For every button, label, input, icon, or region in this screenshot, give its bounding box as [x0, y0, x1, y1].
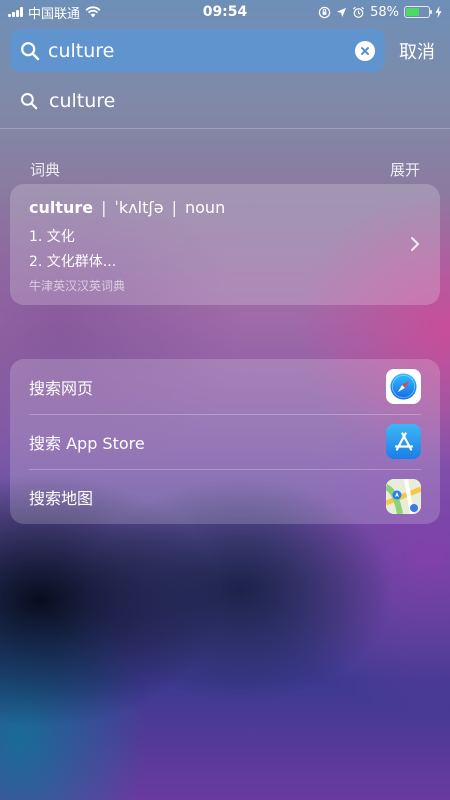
alarm-icon: [353, 6, 365, 18]
divider: [0, 128, 450, 129]
location-icon: [337, 7, 347, 17]
status-right: 58%: [318, 5, 442, 20]
search-icon: [21, 41, 40, 60]
search-icon: [20, 92, 38, 110]
search-actions-card: 搜索网页 搜索 App Store 搜索地图: [10, 359, 440, 524]
charging-icon: [435, 6, 442, 18]
search-row: culture 取消: [10, 29, 440, 72]
dictionary-headline: culture | ˈkʌltʃə | noun: [29, 198, 421, 217]
battery-percent: 58%: [370, 4, 399, 20]
status-left: 中国联通: [8, 3, 101, 22]
pronunciation: ˈkʌltʃə: [114, 198, 164, 217]
clear-icon[interactable]: [355, 40, 375, 61]
search-maps-label: 搜索地图: [29, 488, 94, 508]
suggestion-text: culture: [49, 90, 116, 112]
status-bar: 中国联通 09:54 58%: [0, 0, 450, 24]
separator: |: [101, 198, 107, 217]
maps-icon: [386, 479, 421, 514]
search-input[interactable]: culture: [48, 40, 347, 62]
cancel-button[interactable]: 取消: [399, 38, 435, 64]
chevron-right-icon: [411, 237, 419, 251]
separator: |: [171, 198, 177, 217]
dictionary-section-header: 词典 展开: [30, 159, 420, 180]
safari-icon: [386, 369, 421, 404]
search-suggestion[interactable]: culture: [20, 90, 115, 112]
expand-button[interactable]: 展开: [390, 159, 420, 180]
app-store-icon: [386, 424, 421, 459]
search-web-row[interactable]: 搜索网页: [10, 359, 440, 414]
dictionary-word: culture: [29, 198, 94, 217]
definition-2: 2. 文化群体...: [29, 254, 117, 270]
search-field[interactable]: culture: [10, 29, 385, 72]
section-title: 词典: [30, 161, 61, 179]
definition-1: 1. 文化: [29, 229, 75, 245]
wifi-icon: [85, 6, 101, 18]
carrier-label: 中国联通: [28, 6, 81, 22]
search-maps-row[interactable]: 搜索地图: [10, 469, 440, 524]
part-of-speech: noun: [185, 198, 226, 217]
search-app-store-row[interactable]: 搜索 App Store: [10, 414, 440, 469]
battery-fill: [406, 8, 419, 16]
search-app-store-label: 搜索 App Store: [29, 433, 145, 453]
signal-icon: [8, 7, 23, 17]
dictionary-card[interactable]: culture | ˈkʌltʃə | noun 1. 文化 2. 文化群体... 牛津…: [10, 184, 440, 305]
search-web-label: 搜索网页: [29, 378, 94, 398]
lock-rotation-icon: [318, 6, 331, 18]
dictionary-source: 牛津英汉汉英词典: [29, 279, 126, 293]
battery-icon: [404, 6, 432, 18]
